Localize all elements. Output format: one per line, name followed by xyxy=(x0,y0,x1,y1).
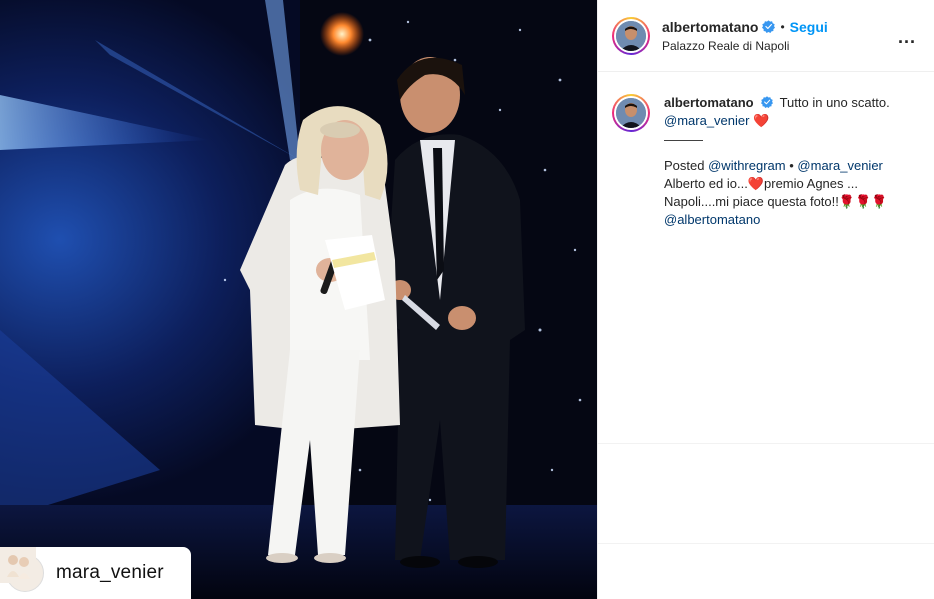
caption-block: albertomatano Tutto in uno scatto. @mara… xyxy=(598,72,934,229)
header-separator: • xyxy=(780,19,785,34)
author-avatar[interactable] xyxy=(612,16,650,55)
caption-divider: ——— xyxy=(664,132,703,147)
caption-text: albertomatano Tutto in uno scatto. @mara… xyxy=(664,94,890,229)
heart-emoji: ❤️ xyxy=(753,113,770,128)
caption-author-avatar-image xyxy=(616,98,646,128)
repost-username[interactable]: mara_venier xyxy=(56,562,164,584)
post-sidebar: albertomatano • Segui Palazzo Reale di N… xyxy=(597,0,934,599)
repost-avatar[interactable] xyxy=(0,547,44,592)
caption-line3: Napoli....mi piace questa foto!! xyxy=(664,194,839,209)
caption-verified-badge-icon xyxy=(761,96,774,108)
post-header: albertomatano • Segui Palazzo Reale di N… xyxy=(598,0,934,72)
caption-mention[interactable]: @mara_venier xyxy=(664,113,749,128)
verified-badge-icon xyxy=(762,20,776,33)
repost-avatar-image xyxy=(0,547,36,583)
section-divider-1 xyxy=(598,443,934,444)
caption-line2-a: Alberto ed io... xyxy=(664,176,748,191)
caption-mention-3[interactable]: @albertomatano xyxy=(664,212,760,227)
heart-emoji-2: ❤️ xyxy=(747,176,765,191)
caption-mention-2[interactable]: @mara_venier xyxy=(797,158,882,173)
caption-bullet: • xyxy=(789,158,794,173)
post-photo[interactable]: mara_venier xyxy=(0,0,597,599)
caption-line2-b: premio Agnes ... xyxy=(764,176,858,191)
post-location[interactable]: Palazzo Reale di Napoli xyxy=(662,40,828,52)
author-avatar-image xyxy=(616,20,646,51)
posted-label: Posted xyxy=(664,158,705,173)
caption-username[interactable]: albertomatano xyxy=(664,95,754,110)
rose-emojis: 🌹🌹🌹 xyxy=(838,194,888,209)
caption-author-avatar[interactable] xyxy=(612,94,650,132)
stage-photo-illustration xyxy=(0,0,597,599)
section-divider-2 xyxy=(598,543,934,544)
follow-button[interactable]: Segui xyxy=(790,20,828,34)
repost-credit[interactable]: mara_venier xyxy=(0,547,191,599)
author-username[interactable]: albertomatano xyxy=(662,20,758,34)
more-options-icon[interactable]: ... xyxy=(898,27,916,48)
caption-message: Tutto in uno scatto. xyxy=(779,95,890,110)
withregram-mention[interactable]: @withregram xyxy=(708,158,786,173)
